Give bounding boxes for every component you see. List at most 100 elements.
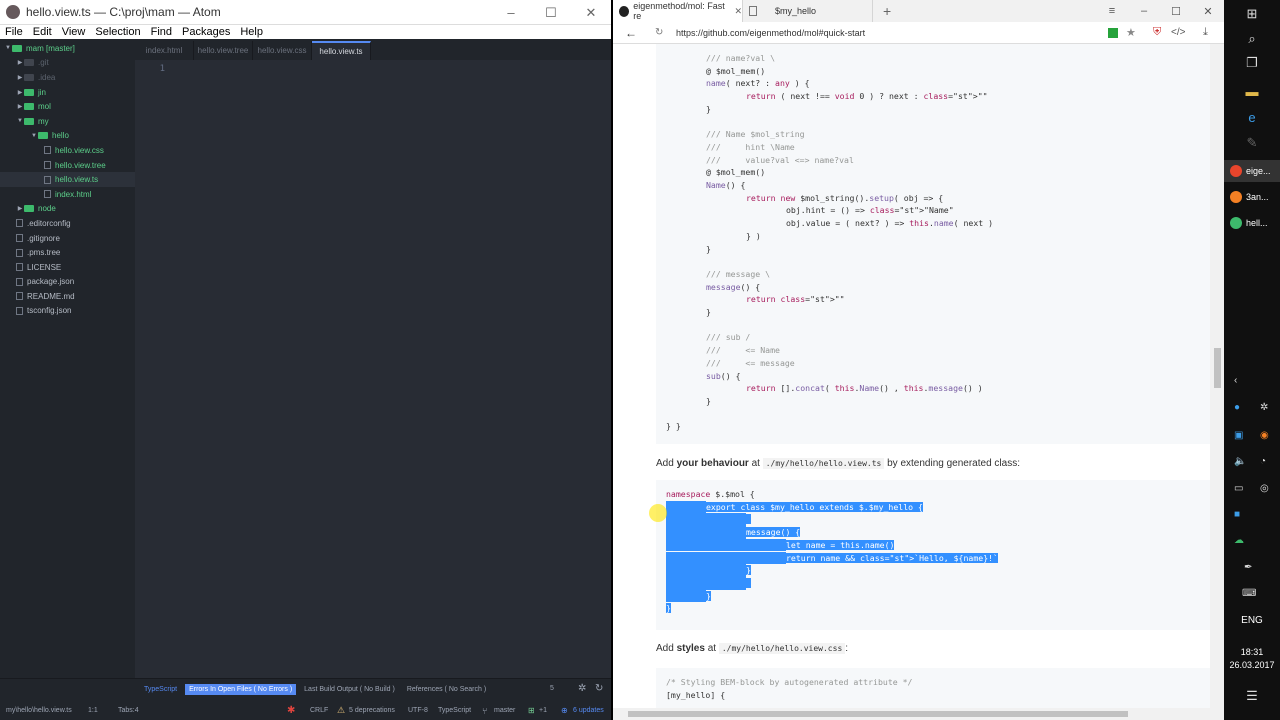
taskbar-app[interactable]: eige... (1224, 160, 1280, 182)
references-button[interactable]: References ( No Search ) (403, 684, 490, 695)
status-deprecations[interactable]: 5 deprecations (349, 707, 395, 714)
editor-pane[interactable]: 1 (135, 60, 611, 678)
code-block-view-ts[interactable]: namespace $.$mol {export class $my_hello… (656, 480, 1210, 630)
minimize-button[interactable]: – (491, 0, 531, 25)
status-encoding[interactable]: UTF-8 (408, 707, 428, 714)
tree-file[interactable]: tsconfig.json (0, 304, 135, 319)
chevron-right-icon[interactable]: ▶ (16, 74, 24, 81)
devtools-icon[interactable]: </> (1171, 27, 1185, 38)
tree-file[interactable]: hello.view.tree (0, 158, 135, 173)
menu-file[interactable]: File (0, 26, 28, 38)
status-eol[interactable]: CRLF (310, 707, 328, 714)
chevron-right-icon[interactable]: ▶ (16, 103, 24, 110)
menu-find[interactable]: Find (146, 26, 177, 38)
tray-app-icon[interactable]: ▣ (1234, 430, 1243, 441)
extension-icon[interactable]: ⛨ (1153, 26, 1161, 39)
tree-folder[interactable]: ▼ my (0, 114, 135, 129)
tree-file[interactable]: .pms.tree (0, 245, 135, 260)
bug-icon[interactable]: ✱ (287, 705, 295, 716)
tray-app-icon[interactable]: ◎ (1260, 483, 1269, 494)
bookmark-star-icon[interactable]: ★ (1126, 26, 1136, 39)
task-view-icon[interactable]: ❐ (1224, 52, 1280, 74)
status-grammar[interactable]: TypeScript (438, 707, 471, 714)
tree-file[interactable]: .gitignore (0, 231, 135, 246)
new-tab-icon[interactable]: + (883, 0, 891, 22)
chevron-right-icon[interactable]: ▶ (16, 205, 24, 212)
secure-lock-icon[interactable] (1108, 28, 1118, 38)
reload-icon[interactable]: ↻ (655, 27, 663, 38)
scroll-thumb[interactable] (628, 711, 1128, 717)
tree-file[interactable]: package.json (0, 275, 135, 290)
pen-icon[interactable]: ✒ (1244, 562, 1252, 573)
back-arrow-icon[interactable]: ← (625, 26, 637, 40)
tree-folder[interactable]: ▶ node (0, 202, 135, 217)
tree-file[interactable]: hello.view.ts (0, 172, 135, 187)
refresh-icon[interactable]: ↻ (595, 683, 603, 694)
wifi-icon[interactable]: ◔ (1260, 456, 1266, 467)
errors-panel-button[interactable]: Errors In Open Files ( No Errors ) (185, 683, 297, 695)
keyboard-icon[interactable]: ⌨ (1242, 588, 1256, 599)
editor-tab[interactable]: hello.view.css (253, 41, 312, 60)
chevron-down-icon[interactable]: ▼ (4, 45, 12, 51)
editor-tab[interactable]: hello.view.ts (312, 41, 371, 60)
close-button[interactable]: ✕ (571, 0, 611, 25)
edge-icon[interactable]: e (1224, 106, 1280, 128)
globe-icon[interactable]: ● (1234, 402, 1240, 413)
chevron-right-icon[interactable]: ▶ (16, 89, 24, 96)
close-button[interactable]: ✕ (1192, 0, 1224, 22)
status-diff[interactable]: +1 (539, 707, 547, 714)
tree-folder[interactable]: ▼ hello (0, 129, 135, 144)
status-updates[interactable]: 6 updates (573, 707, 604, 714)
close-tab-icon[interactable]: ✕ (734, 6, 742, 17)
gear-icon[interactable]: ✲ (1260, 402, 1268, 413)
minimize-button[interactable]: – (1128, 0, 1160, 22)
menu-packages[interactable]: Packages (177, 26, 235, 38)
download-icon[interactable]: ⤓ (1203, 26, 1208, 39)
taskbar-app[interactable]: hell... (1224, 212, 1280, 234)
tree-file[interactable]: README.md (0, 289, 135, 304)
tray-app-icon[interactable]: ◉ (1260, 430, 1269, 441)
clock-date[interactable]: 26.03.2017 (1224, 660, 1280, 670)
tree-folder[interactable]: ▶ .idea (0, 70, 135, 85)
chevron-right-icon[interactable]: ▶ (16, 59, 24, 66)
tree-file[interactable]: index.html (0, 187, 135, 202)
browser-tab-github[interactable]: eigenmethod/mol: Fast re ✕ (613, 0, 743, 22)
windows-start-icon[interactable]: ⊞ (1224, 2, 1280, 26)
search-icon[interactable]: ⌕ (1224, 28, 1280, 50)
tree-folder[interactable]: ▼ mam [master] (0, 41, 135, 56)
chevron-left-icon[interactable]: ‹ (1234, 375, 1237, 386)
code-block-view-tree[interactable]: /// name?val \ @ $mol_mem() name( next? : … (656, 44, 1210, 444)
tray-app-icon[interactable]: ■ (1234, 509, 1240, 520)
language-indicator[interactable]: ENG (1224, 615, 1280, 626)
battery-icon[interactable]: ▭ (1234, 483, 1243, 494)
tree-file[interactable]: LICENSE (0, 260, 135, 275)
url-field[interactable]: https://github.com/eigenmethod/mol#quick… (676, 28, 865, 38)
typescript-label[interactable]: TypeScript (140, 684, 181, 695)
menu-view[interactable]: View (57, 26, 91, 38)
menu-edit[interactable]: Edit (28, 26, 57, 38)
status-branch[interactable]: master (494, 707, 515, 714)
code-block-view-css[interactable]: /* Styling BEM-block by autogenerated at… (656, 668, 1210, 708)
chevron-down-icon[interactable]: ▼ (16, 118, 24, 124)
notifications-icon[interactable]: ☰ (1224, 686, 1280, 706)
maximize-button[interactable]: ☐ (531, 0, 571, 25)
menu-selection[interactable]: Selection (90, 26, 145, 38)
tree-folder[interactable]: ▶ jin (0, 85, 135, 100)
tree-file[interactable]: .editorconfig (0, 216, 135, 231)
tree-folder[interactable]: ▶ .git (0, 56, 135, 71)
status-tabs[interactable]: Tabs:4 (118, 707, 139, 714)
editor-tab[interactable]: hello.view.tree (194, 41, 253, 60)
menu-icon[interactable]: ≡ (1096, 0, 1128, 22)
horizontal-scrollbar[interactable] (613, 708, 1224, 720)
build-output-button[interactable]: Last Build Output ( No Build ) (300, 684, 399, 695)
status-path[interactable]: my\hello\hello.view.ts (6, 707, 72, 714)
maximize-button[interactable]: ☐ (1160, 0, 1192, 22)
status-cursor-position[interactable]: 1:1 (88, 707, 98, 714)
scroll-thumb[interactable] (1214, 348, 1221, 388)
pin-icon[interactable]: ✎ (1224, 132, 1280, 154)
menu-help[interactable]: Help (235, 26, 268, 38)
settings-icon[interactable]: ✲ (578, 683, 586, 694)
chevron-down-icon[interactable]: ▼ (30, 133, 38, 139)
cloud-icon[interactable]: ☁ (1234, 535, 1244, 546)
tree-folder[interactable]: ▶ mol (0, 99, 135, 114)
